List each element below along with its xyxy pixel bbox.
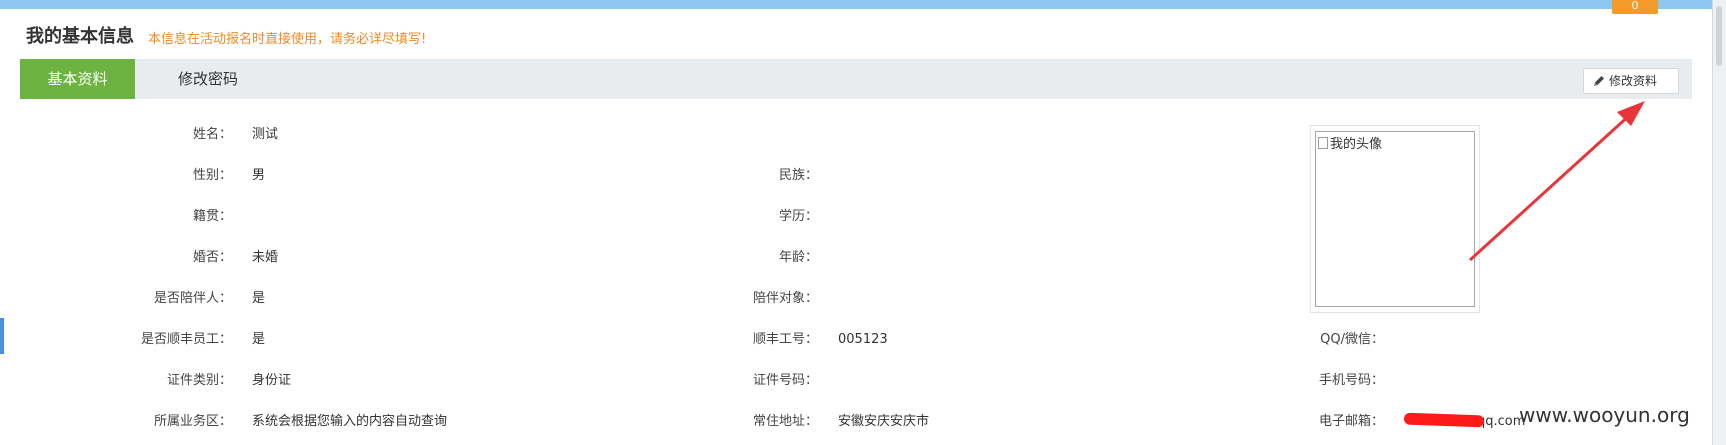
annotation-arrow — [1468, 101, 1645, 262]
watermark: www.wooyun.org — [1519, 403, 1690, 427]
